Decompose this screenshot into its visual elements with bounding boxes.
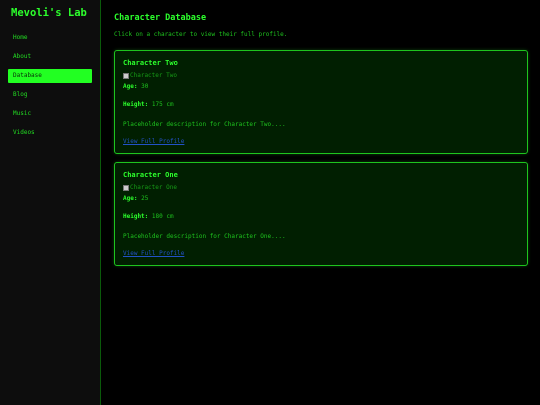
character-image-alt: Character One [130,184,177,191]
sidebar-item-about[interactable]: About [8,50,92,64]
sidebar-item-music[interactable]: Music [8,107,92,121]
view-profile-link[interactable]: View Full Profile [123,250,184,257]
broken-image-icon [123,184,129,191]
age-value: 30 [141,83,149,90]
age-label: Age: [123,195,138,202]
site-title[interactable]: Mevoli's Lab [11,7,87,19]
character-description: Placeholder description for Character On… [123,233,286,240]
sidebar-nav: Home About Database Blog Music Videos [8,31,92,145]
height-value: 180 cm [151,213,174,220]
sidebar: Mevoli's Lab Home About Database Blog Mu… [0,0,101,405]
height-label: Height: [123,101,149,108]
sidebar-item-blog[interactable]: Blog [8,88,92,102]
character-age: Age: 30 [123,83,148,90]
character-card[interactable]: Character Two Character Two Age: 30 Heig… [114,50,528,154]
character-name[interactable]: Character Two [123,59,178,67]
age-label: Age: [123,83,138,90]
character-card[interactable]: Character One Character One Age: 25 Heig… [114,162,528,266]
character-image: Character Two [123,72,177,79]
sidebar-item-home[interactable]: Home [8,31,92,45]
view-profile-link[interactable]: View Full Profile [123,138,184,145]
height-label: Height: [123,213,149,220]
age-value: 25 [141,195,149,202]
sidebar-item-videos[interactable]: Videos [8,126,92,140]
height-value: 175 cm [151,101,174,108]
character-description: Placeholder description for Character Tw… [123,121,286,128]
broken-image-icon [123,72,129,79]
sidebar-item-database[interactable]: Database [8,69,92,83]
character-image: Character One [123,184,177,191]
character-height: Height: 180 cm [123,213,174,220]
character-height: Height: 175 cm [123,101,174,108]
character-image-alt: Character Two [130,72,177,79]
character-age: Age: 25 [123,195,148,202]
intro-text: Click on a character to view their full … [114,31,288,38]
page-title: Character Database [114,13,207,23]
character-name[interactable]: Character One [123,171,178,179]
